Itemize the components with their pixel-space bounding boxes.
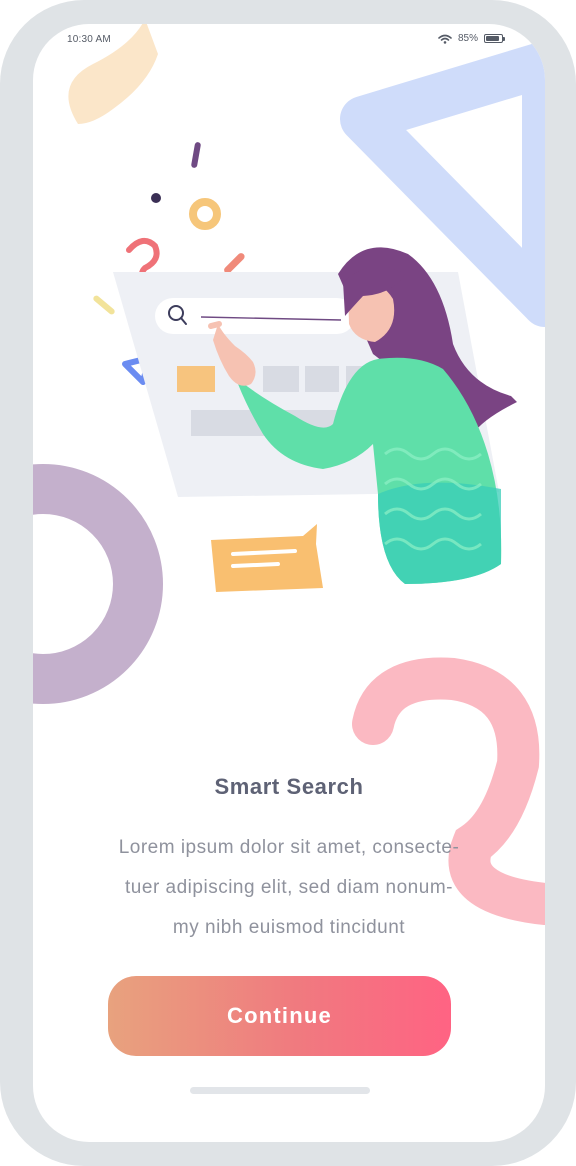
chat-bubble-icon <box>211 524 323 592</box>
description-line: my nibh euismod tincidunt <box>172 917 406 938</box>
phone-frame: 10:30 AM 85% Smart Search Lorem ipsum do… <box>0 0 576 1166</box>
search-bar-shape <box>155 298 355 334</box>
confetti-shape <box>151 193 161 203</box>
battery-icon <box>484 34 505 43</box>
result-tile-shape <box>305 366 339 392</box>
onboarding-title: Smart Search <box>214 774 364 799</box>
confetti-shape <box>93 295 115 315</box>
confetti-shape <box>191 142 201 168</box>
status-time: 10:30 AM <box>67 34 111 45</box>
status-bar: 10:30 AM 85% <box>33 24 545 56</box>
description-line: tuer adipiscing elit, sed diam nonum- <box>125 877 453 898</box>
status-right-group: 85% <box>438 33 505 44</box>
home-indicator <box>190 1087 370 1094</box>
purple-ring-shape <box>33 464 163 704</box>
result-tile-shape <box>177 366 215 392</box>
confetti-shape <box>224 253 245 274</box>
battery-percent: 85% <box>457 33 478 44</box>
wifi-icon <box>438 34 452 44</box>
battery-level <box>486 36 499 41</box>
background-decoration <box>33 24 545 925</box>
continue-button[interactable]: Continue <box>108 976 451 1056</box>
confetti-shape <box>189 198 221 230</box>
onboarding-description: Lorem ipsum dolor sit amet, consecte- tu… <box>67 828 511 948</box>
description-line: Lorem ipsum dolor sit amet, consecte- <box>118 837 460 858</box>
battery-cap <box>503 37 505 41</box>
result-tile-shape <box>263 366 299 392</box>
onboarding-screen: 10:30 AM 85% Smart Search Lorem ipsum do… <box>33 24 545 1142</box>
